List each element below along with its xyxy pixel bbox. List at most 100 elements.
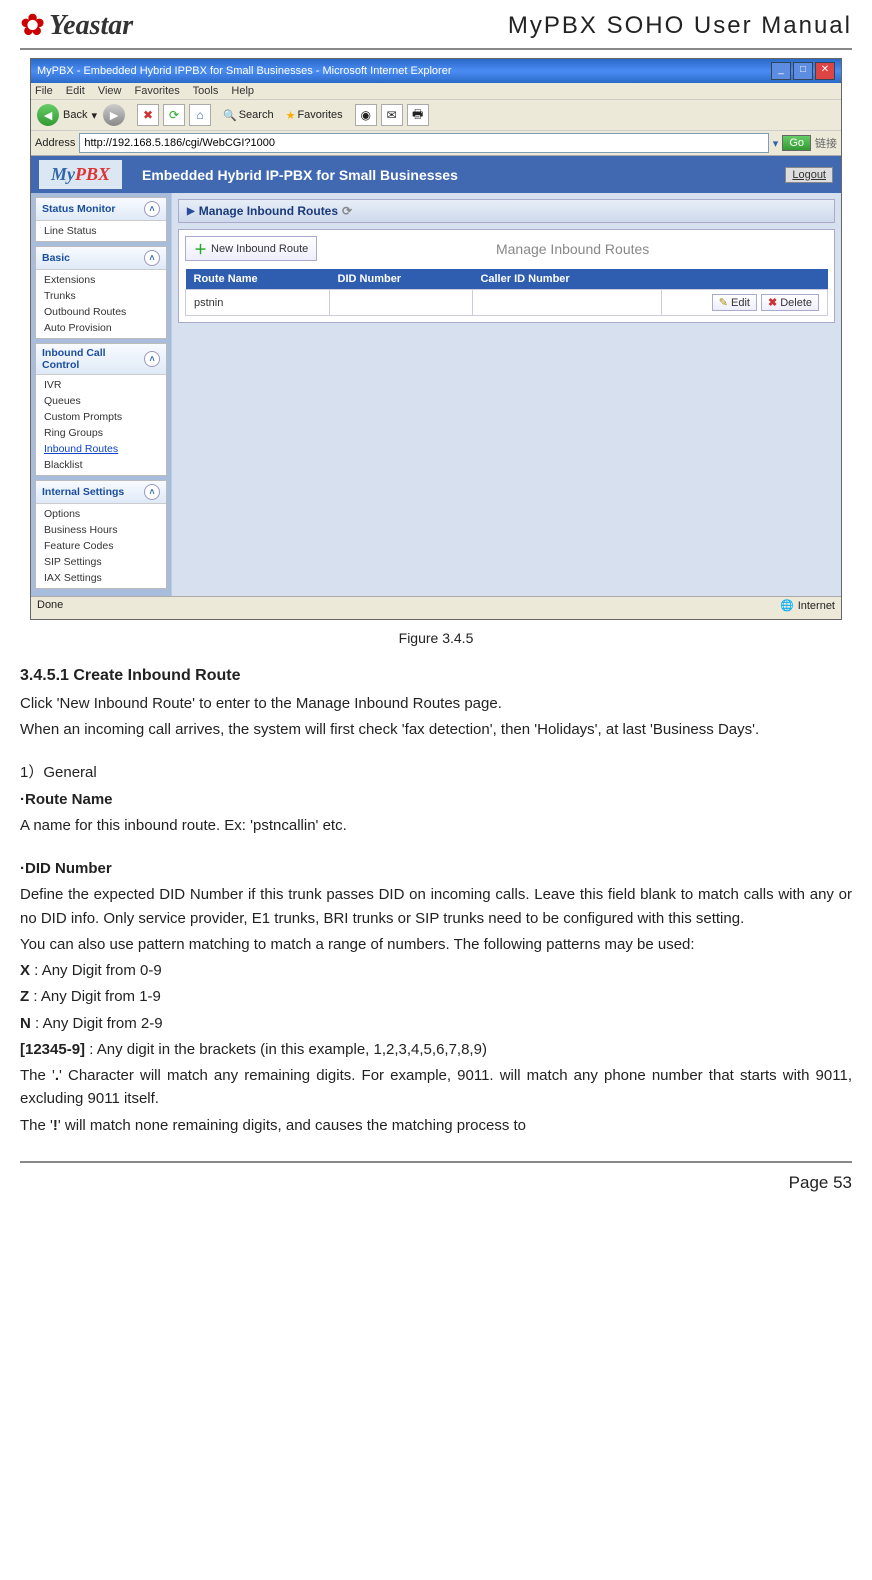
para: Click 'New Inbound Route' to enter to th… (20, 692, 852, 715)
pattern-line: X : Any Digit from 0-9 (20, 959, 852, 982)
sidebar-item[interactable]: Ring Groups (36, 425, 166, 441)
para: The '.' Character will match any remaini… (20, 1064, 852, 1111)
menu-view[interactable]: View (98, 85, 122, 97)
forward-icon[interactable]: ► (103, 104, 125, 126)
brand-logo: ✿ Yeastar (20, 10, 133, 42)
favorites-button[interactable]: ★ Favorites (286, 109, 343, 122)
panel-title: Manage Inbound Routes (317, 241, 828, 257)
pattern-line: Z : Any Digit from 1-9 (20, 985, 852, 1008)
menu-favorites[interactable]: Favorites (135, 85, 180, 97)
mail-icon[interactable]: ✉ (381, 104, 403, 126)
breadcrumb: ▶ Manage Inbound Routes ⟳ (178, 199, 835, 223)
window-title: MyPBX - Embedded Hybrid IPPBX for Small … (37, 65, 452, 77)
sidebar-item-inboundroutes[interactable]: Inbound Routes (36, 441, 166, 457)
collapse-icon[interactable]: ˄ (144, 201, 160, 217)
logout-button[interactable]: Logout (785, 167, 833, 183)
col-cid: Caller ID Number (472, 269, 661, 290)
favorites-label: Favorites (297, 109, 342, 121)
home-icon[interactable]: ⌂ (189, 104, 211, 126)
menu-tools[interactable]: Tools (193, 85, 219, 97)
edit-label: Edit (731, 297, 750, 309)
dropdown-icon: ▾ (91, 109, 97, 122)
sidebar-item[interactable]: Trunks (36, 288, 166, 304)
menu-edit[interactable]: Edit (66, 85, 85, 97)
sidebar-item[interactable]: Custom Prompts (36, 409, 166, 425)
pattern-line: N : Any Digit from 2-9 (20, 1012, 852, 1035)
sidebar-item[interactable]: Feature Codes (36, 538, 166, 554)
collapse-icon[interactable]: ˄ (144, 250, 160, 266)
edit-button[interactable]: ✎ Edit (712, 294, 757, 311)
print-icon[interactable]: 🖶 (407, 104, 429, 126)
sidebar-item[interactable]: Outbound Routes (36, 304, 166, 320)
sidebar-title: Basic (42, 252, 70, 264)
refresh-icon[interactable]: ⟳ (163, 104, 185, 126)
sidebar-item[interactable]: IVR (36, 377, 166, 393)
sidebar-title: Internal Settings (42, 486, 124, 498)
screenshot-window: MyPBX - Embedded Hybrid IPPBX for Small … (30, 58, 842, 620)
address-input[interactable] (79, 133, 768, 153)
new-inbound-route-button[interactable]: ＋ New Inbound Route (185, 236, 317, 261)
field-heading: ·DID Number (20, 857, 852, 880)
sidebar-item[interactable]: Options (36, 506, 166, 522)
field-heading: ·Route Name (20, 788, 852, 811)
page-footer: Page 53 (20, 1161, 852, 1193)
window-titlebar: MyPBX - Embedded Hybrid IPPBX for Small … (31, 59, 841, 83)
sidebar-item[interactable]: Business Hours (36, 522, 166, 538)
maximize-icon[interactable]: □ (793, 62, 813, 80)
routes-table: Route Name DID Number Caller ID Number p… (185, 269, 828, 316)
menu-help[interactable]: Help (231, 85, 254, 97)
back-button[interactable]: ◄ Back ▾ (37, 104, 97, 126)
globe-icon: 🌐 (780, 599, 794, 612)
para: You can also use pattern matching to mat… (20, 933, 852, 956)
delete-button[interactable]: ✖ Delete (761, 294, 819, 311)
collapse-icon[interactable]: ˄ (144, 484, 160, 500)
sidebar-item[interactable]: Queues (36, 393, 166, 409)
sidebar-item[interactable]: Extensions (36, 272, 166, 288)
links-label: 链接 (815, 135, 837, 151)
para: A name for this inbound route. Ex: 'pstn… (20, 814, 852, 837)
sidebar-group-internal: Internal Settings ˄ Options Business Hour… (35, 480, 167, 589)
refresh-small-icon[interactable]: ⟳ (342, 204, 352, 218)
sidebar-item-linestatus[interactable]: Line Status (36, 223, 166, 239)
history-icon[interactable]: ◉ (355, 104, 377, 126)
sidebar-item[interactable]: Blacklist (36, 457, 166, 473)
status-bar: Done 🌐 Internet (31, 596, 841, 614)
sidebar-item[interactable]: SIP Settings (36, 554, 166, 570)
go-button[interactable]: Go (782, 135, 811, 151)
document-header: ✿ Yeastar MyPBX SOHO User Manual (20, 10, 852, 50)
page-number: Page 53 (789, 1173, 852, 1192)
menu-file[interactable]: File (35, 85, 53, 97)
delete-icon: ✖ (768, 296, 777, 309)
toolbar: ◄ Back ▾ ► ✖ ⟳ ⌂ 🔍 Search ★ Favorites ◉ … (31, 99, 841, 131)
content-panel: ＋ New Inbound Route Manage Inbound Route… (178, 229, 835, 323)
sidebar-item[interactable]: IAX Settings (36, 570, 166, 586)
document-body: 3.4.5.1 Create Inbound Route Click 'New … (20, 664, 852, 1137)
pattern-line: [12345-9] : Any digit in the brackets (i… (20, 1038, 852, 1061)
collapse-icon[interactable]: ˄ (144, 351, 160, 367)
status-done: Done (37, 599, 63, 612)
close-icon[interactable]: ✕ (815, 62, 835, 80)
document-title: MyPBX SOHO User Manual (508, 12, 852, 40)
section-title: 3.4.5.1 Create Inbound Route (20, 664, 852, 689)
col-did: DID Number (330, 269, 473, 290)
table-row: pstnin ✎ Edit (186, 290, 828, 316)
yeastar-icon: ✿ (20, 11, 45, 41)
sidebar-title: Status Monitor (42, 203, 116, 215)
sidebar-group-inbound: Inbound Call Control˄ IVR Queues Custom … (35, 343, 167, 476)
stop-icon[interactable]: ✖ (137, 104, 159, 126)
minimize-icon[interactable]: _ (771, 62, 791, 80)
menu-bar[interactable]: File Edit View Favorites Tools Help (31, 83, 841, 99)
star-icon: ★ (286, 109, 296, 122)
app-logo: MyPBX (39, 160, 122, 189)
sidebar-item[interactable]: Auto Provision (36, 320, 166, 336)
back-label: Back (63, 109, 87, 121)
addr-dropdown-icon[interactable]: ▾ (773, 137, 779, 150)
app-frame: MyPBX Embedded Hybrid IP-PBX for Small B… (31, 156, 841, 596)
plus-icon: ＋ (194, 239, 207, 258)
status-net: 🌐 Internet (780, 599, 835, 612)
app-tagline: Embedded Hybrid IP-PBX for Small Busines… (142, 167, 765, 183)
search-button[interactable]: 🔍 Search (223, 109, 274, 122)
col-actions (662, 269, 828, 290)
breadcrumb-label: Manage Inbound Routes (199, 204, 338, 218)
search-icon: 🔍 (223, 109, 237, 122)
